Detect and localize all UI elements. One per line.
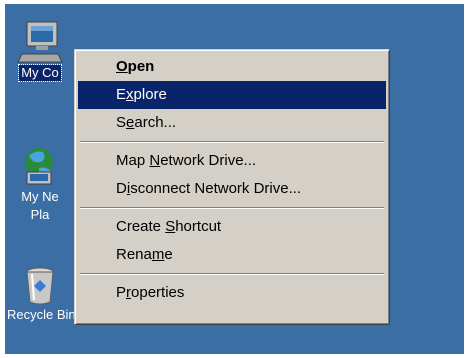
- menu-item-rename[interactable]: Rename: [78, 241, 386, 269]
- network-places-label-line1: My Ne: [21, 189, 59, 204]
- menu-item-search[interactable]: Search...: [78, 109, 386, 137]
- menu-item-open[interactable]: Open: [78, 53, 386, 81]
- menu-item-map-network-drive[interactable]: Map Network Drive...: [78, 147, 386, 175]
- menu-separator: [80, 207, 384, 209]
- menu-item-disconnect-network-drive[interactable]: Disconnect Network Drive...: [78, 175, 386, 203]
- my-computer-label[interactable]: My Co: [18, 64, 62, 82]
- my-computer-icon: [17, 21, 63, 63]
- recycle-bin-desktop-icon[interactable]: Recycle Bin: [5, 264, 76, 324]
- menu-item-explore[interactable]: Explore: [78, 81, 386, 109]
- my-computer-desktop-icon[interactable]: My Co: [5, 18, 75, 82]
- menu-item-create-shortcut[interactable]: Create Shortcut: [78, 213, 386, 241]
- network-places-icon: [25, 148, 53, 185]
- desktop[interactable]: My Co My Ne Pla Recycle Bin Open Explore S…: [5, 4, 464, 354]
- menu-separator: [80, 141, 384, 143]
- recycle-bin-label: Recycle Bin: [7, 307, 76, 322]
- menu-separator: [80, 273, 384, 275]
- network-places-label-line2: Pla: [30, 207, 50, 222]
- menu-item-properties[interactable]: Properties: [78, 279, 386, 307]
- network-places-desktop-icon[interactable]: My Ne Pla: [5, 142, 75, 224]
- recycle-bin-icon: [26, 267, 54, 305]
- context-menu: Open Explore Search... Map Network Drive...…: [74, 49, 390, 325]
